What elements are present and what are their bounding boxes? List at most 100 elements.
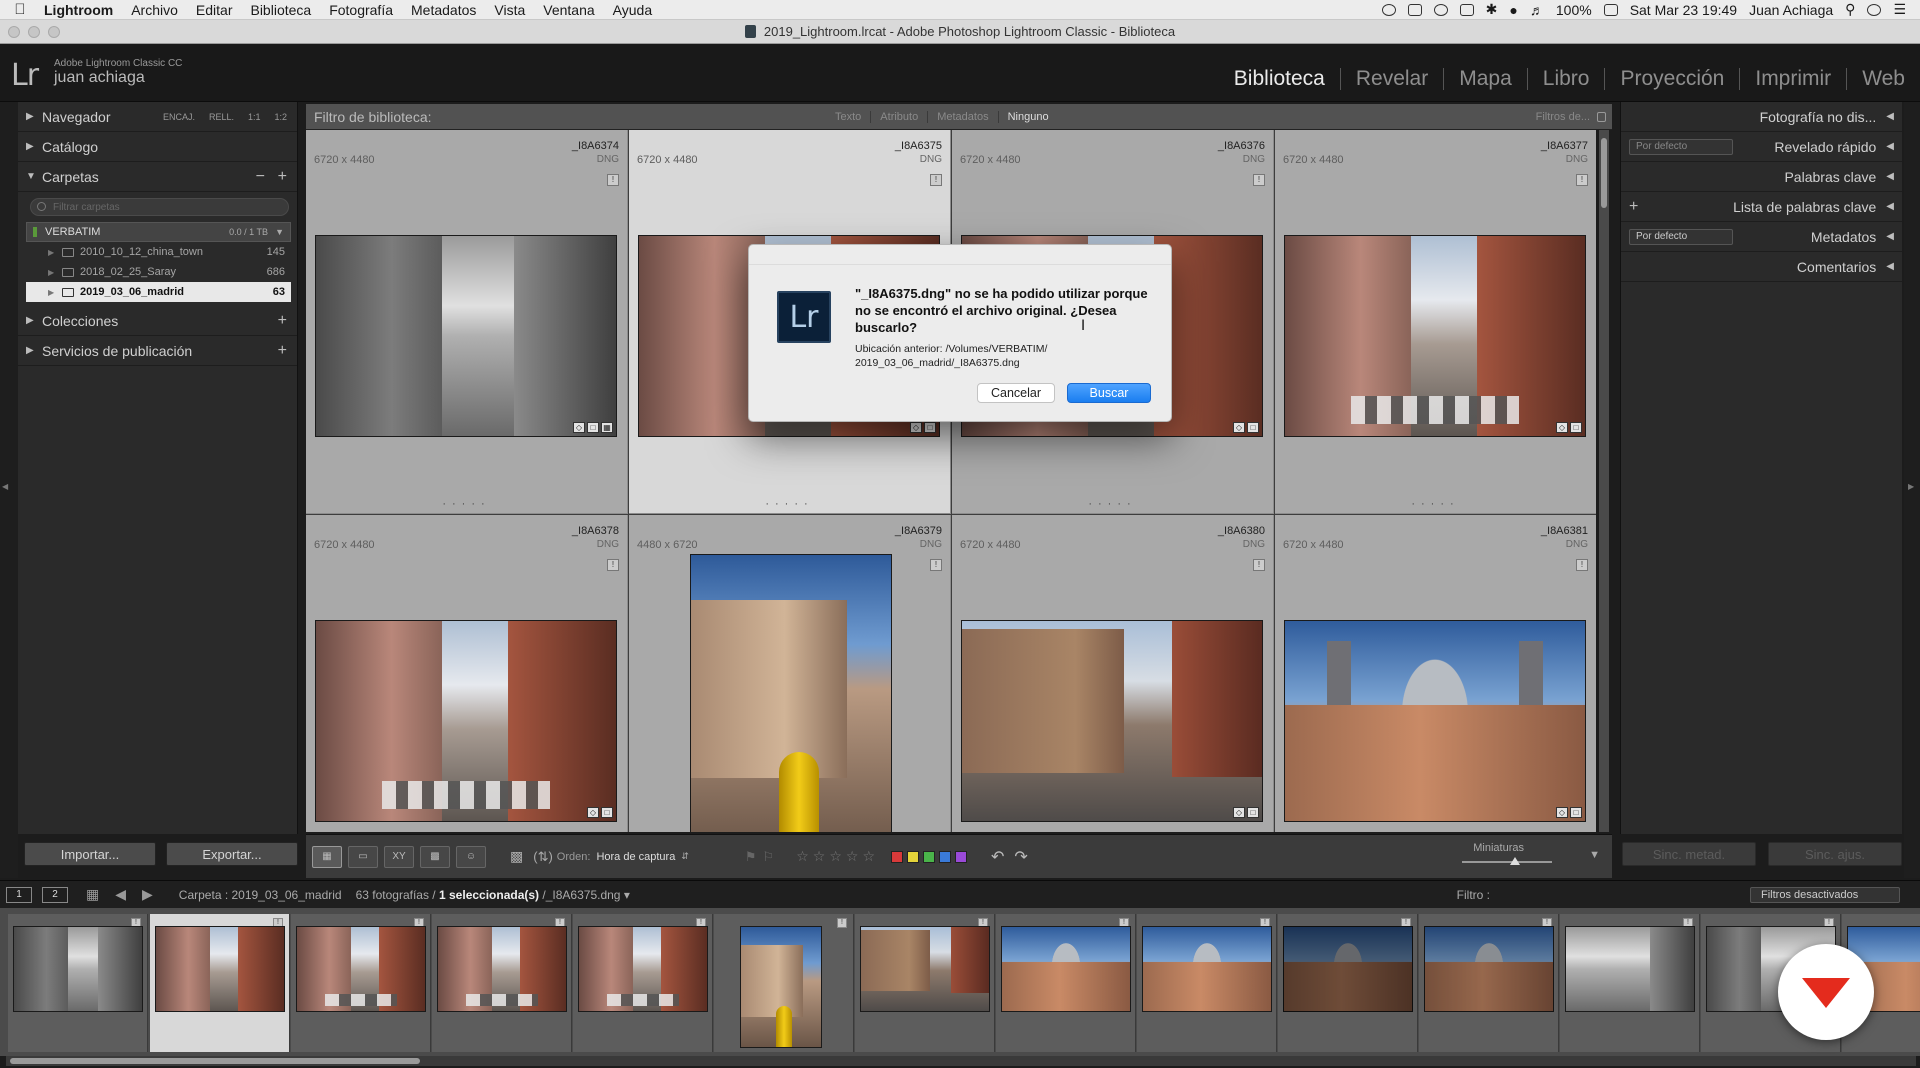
photo-thumbnail[interactable]	[690, 554, 892, 832]
star-icon[interactable]: ☆	[862, 848, 875, 865]
rating-dots[interactable]: ·····	[952, 498, 1273, 510]
chevron-down-icon[interactable]: ▼	[275, 227, 284, 237]
folder-item[interactable]: ▶ 2018_02_25_Saray 686	[26, 262, 291, 282]
left-panel-edge[interactable]: ◀	[0, 102, 18, 878]
photo-thumbnail[interactable]	[578, 926, 708, 1012]
collapse-triangle-icon[interactable]: ▼	[26, 171, 42, 182]
metadata-badge-icon[interactable]: □	[587, 422, 599, 433]
battery-icon[interactable]	[1603, 3, 1618, 16]
color-label-swatch[interactable]	[939, 850, 951, 863]
scrollbar-thumb[interactable]	[10, 1058, 420, 1064]
module-imprimir[interactable]: Imprimir	[1739, 68, 1846, 90]
filmstrip-thumb[interactable]: !	[714, 914, 854, 1052]
survey-view-button[interactable]: ▩	[420, 845, 450, 868]
missing-file-icon[interactable]: !	[607, 174, 619, 186]
right-panel-edge[interactable]: ▶	[1904, 102, 1920, 878]
grid-view-button[interactable]: ▦	[312, 845, 342, 868]
grid-scrollbar[interactable]	[1599, 130, 1609, 832]
keyword-badge-icon[interactable]: ◇	[910, 422, 922, 433]
apple-icon[interactable]: 	[0, 1, 40, 18]
photo-thumbnail[interactable]: ◇ □	[1284, 235, 1586, 437]
missing-file-icon[interactable]: !	[1576, 174, 1588, 186]
rotate-right-icon[interactable]: ↷	[1014, 847, 1027, 867]
module-biblioteca[interactable]: Biblioteca	[1219, 68, 1340, 90]
collapse-left-triangle-icon[interactable]: ◀	[1886, 111, 1894, 122]
sync-settings-button[interactable]: Sinc. ajus.	[1768, 842, 1902, 866]
filmstrip-thumb[interactable]: !	[1278, 914, 1418, 1052]
notification-center-icon[interactable]: ☰	[1893, 1, 1906, 18]
display-icon[interactable]	[1407, 3, 1422, 16]
zoom-window-button[interactable]	[48, 26, 60, 38]
grid-cell[interactable]: _I8A6381 DNG 6720 x 4480 ! ◇ □	[1275, 515, 1596, 832]
scrollbar-thumb[interactable]	[1601, 138, 1607, 208]
expand-triangle-icon[interactable]: ▶	[26, 315, 42, 326]
keyword-badge-icon[interactable]: ◇	[573, 422, 585, 433]
back-arrow-icon[interactable]: ◀	[115, 886, 126, 903]
metadata-badge-icon[interactable]: □	[1570, 807, 1582, 818]
collapse-left-triangle-icon[interactable]: ◀	[1886, 141, 1894, 152]
grid-shortcut-icon[interactable]: ▦	[86, 886, 99, 903]
expand-triangle-icon[interactable]: ▶	[26, 111, 42, 122]
photo-thumbnail[interactable]	[1001, 926, 1131, 1012]
missing-file-icon[interactable]: !	[1253, 559, 1265, 571]
rating-dots[interactable]: ·····	[629, 498, 950, 510]
zoom-fit[interactable]: ENCAJ.	[163, 112, 195, 122]
creative-cloud-icon[interactable]	[1433, 3, 1448, 16]
color-label-swatch[interactable]	[955, 850, 967, 863]
clock[interactable]: Sat Mar 23 19:49	[1630, 2, 1737, 18]
find-button[interactable]: Buscar	[1067, 383, 1151, 403]
menu-fotografia[interactable]: Fotografía	[320, 2, 402, 18]
slider-handle[interactable]	[1510, 857, 1520, 865]
color-label-swatch[interactable]	[907, 850, 919, 863]
add-publish-service-icon[interactable]: +	[278, 342, 287, 360]
missing-file-icon[interactable]: !	[837, 918, 847, 928]
filmstrip-thumb[interactable]: !	[291, 914, 431, 1052]
filmstrip-source[interactable]: Carpeta : 2019_03_06_madrid	[179, 888, 342, 902]
loupe-view-button[interactable]: ▭	[348, 845, 378, 868]
bluetooth-icon[interactable]: ✱	[1486, 1, 1498, 18]
siri-icon[interactable]	[1867, 3, 1882, 16]
flag-pick-icon[interactable]: ⚑	[745, 849, 757, 865]
toolbar-menu-chevron-icon[interactable]: ▼	[1589, 849, 1600, 861]
filmstrip-thumb[interactable]: !	[1137, 914, 1277, 1052]
collapse-left-triangle-icon[interactable]: ◀	[1886, 201, 1894, 212]
module-libro[interactable]: Libro	[1526, 68, 1605, 90]
add-collection-icon[interactable]: +	[278, 312, 287, 330]
collapse-left-triangle-icon[interactable]: ◀	[1886, 261, 1894, 272]
module-mapa[interactable]: Mapa	[1443, 68, 1527, 90]
expand-triangle-icon[interactable]: ▶	[26, 141, 42, 152]
collapse-left-triangle-icon[interactable]: ◀	[1886, 171, 1894, 182]
filter-text[interactable]: Texto	[826, 111, 870, 123]
add-keyword-icon[interactable]: +	[1629, 198, 1638, 216]
rating-dots[interactable]: ·····	[306, 498, 627, 510]
filmstrip-thumb[interactable]: !	[996, 914, 1136, 1052]
painter-icon[interactable]: ▩	[510, 848, 523, 865]
grid-cell[interactable]: _I8A6380 DNG 6720 x 4480 ! ◇ □	[952, 515, 1274, 832]
star-icon[interactable]: ☆	[846, 848, 859, 865]
metadata-badge-icon[interactable]: □	[1570, 422, 1582, 433]
missing-file-icon[interactable]: !	[607, 559, 619, 571]
histogram-panel-header[interactable]: Fotografía no dis... ◀	[1621, 102, 1902, 132]
keyword-badge-icon[interactable]: ◇	[1233, 807, 1245, 818]
wifi-icon[interactable]: ●	[1509, 2, 1517, 18]
color-label-swatch[interactable]	[891, 850, 903, 863]
photo-thumbnail[interactable]	[13, 926, 143, 1012]
module-web[interactable]: Web	[1846, 68, 1920, 90]
filmstrip-thumb[interactable]: !	[573, 914, 713, 1052]
quick-develop-panel-header[interactable]: Por defecto Revelado rápido ◀	[1621, 132, 1902, 162]
module-proyeccion[interactable]: Proyección	[1604, 68, 1739, 90]
folder-item-selected[interactable]: ▶ 2019_03_06_madrid 63	[26, 282, 291, 302]
filmstrip-filter-select[interactable]: Filtros desactivados	[1750, 886, 1900, 903]
zoom-1-2[interactable]: 1:2	[274, 112, 287, 122]
photo-thumbnail[interactable]	[437, 926, 567, 1012]
volume-icon[interactable]: ♬	[1530, 2, 1544, 18]
photo-thumbnail[interactable]	[1283, 926, 1413, 1012]
keyword-list-panel-header[interactable]: + Lista de palabras clave ◀	[1621, 192, 1902, 222]
menu-ventana[interactable]: Ventana	[534, 2, 603, 18]
color-label-swatch[interactable]	[923, 850, 935, 863]
export-button[interactable]: Exportar...	[166, 842, 298, 866]
rating-dots[interactable]: ·····	[1275, 498, 1596, 510]
photo-thumbnail[interactable]: ◇ □	[961, 620, 1263, 822]
menu-ayuda[interactable]: Ayuda	[604, 2, 661, 18]
filmstrip-scrollbar[interactable]	[6, 1056, 1916, 1066]
